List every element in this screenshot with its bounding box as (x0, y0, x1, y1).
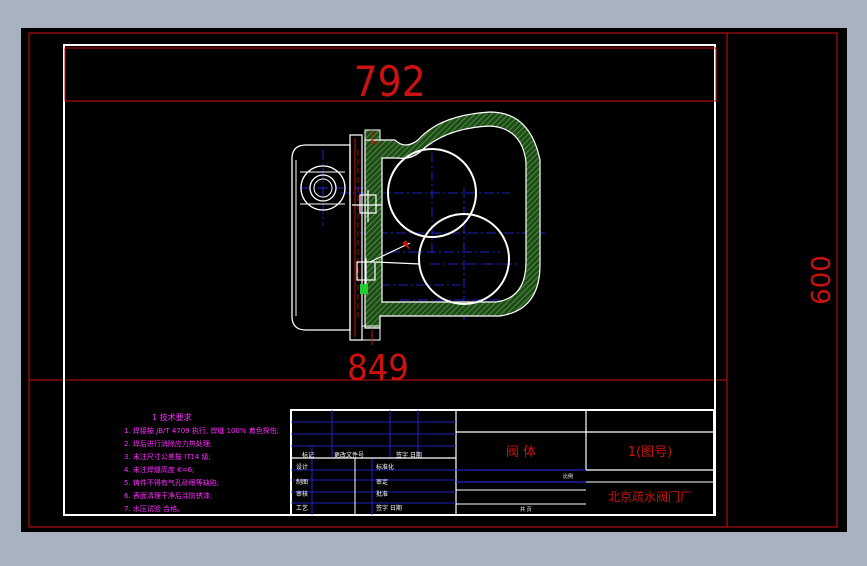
dimension-right: 600 (807, 255, 837, 305)
label-mark: 标记 (302, 451, 314, 459)
label-sign-date: 签字 日期 (396, 451, 422, 459)
label-scale: 比例 (563, 473, 573, 480)
note-line: 6. 表面清理干净后涂防锈漆; (124, 491, 212, 500)
label-check: 审核 (296, 490, 308, 498)
note-line: 7. 水压试验 合格。 (124, 504, 184, 513)
note-line: 2. 焊后进行消除应力热处理; (124, 439, 212, 448)
label-approve: 批准 (376, 490, 388, 498)
label-std: 标准化 (376, 463, 394, 471)
label-change-no: 更改文件号 (334, 451, 364, 459)
drawing-canvas: 792 849 600 1 技术要求 1. 焊接按 JB/T 4709 执行, … (21, 28, 847, 532)
label-process: 工艺 (296, 504, 308, 512)
dimension-bottom: 849 (347, 347, 409, 389)
label-date: 签字 日期 (376, 504, 402, 512)
part-name: 阀 体 (506, 445, 536, 460)
label-design: 设计 (296, 463, 308, 471)
label-review: 审定 (376, 478, 388, 486)
note-line: 4. 未注焊缝高度 K=6; (124, 465, 194, 474)
note-line: 3. 未注尺寸公差按 IT14 级; (124, 452, 211, 461)
label-draw: 制图 (296, 478, 308, 486)
dimension-top: 792 (354, 58, 426, 106)
label-sheet: 共 页 (520, 506, 532, 513)
cad-viewport: 792 849 600 1 技术要求 1. 焊接按 JB/T 4709 执行, … (0, 0, 867, 562)
note-line: 1. 焊接按 JB/T 4709 执行, 焊缝 100% 着色探伤; (124, 426, 279, 435)
company-name: 北京疏水阀门厂 (608, 489, 692, 504)
valve-seat (360, 284, 368, 294)
notes-heading: 1 技术要求 (152, 412, 192, 422)
drawing-number: 1(图号) (628, 445, 672, 460)
note-line: 5. 铸件不得有气孔砂眼等缺陷; (124, 478, 219, 487)
